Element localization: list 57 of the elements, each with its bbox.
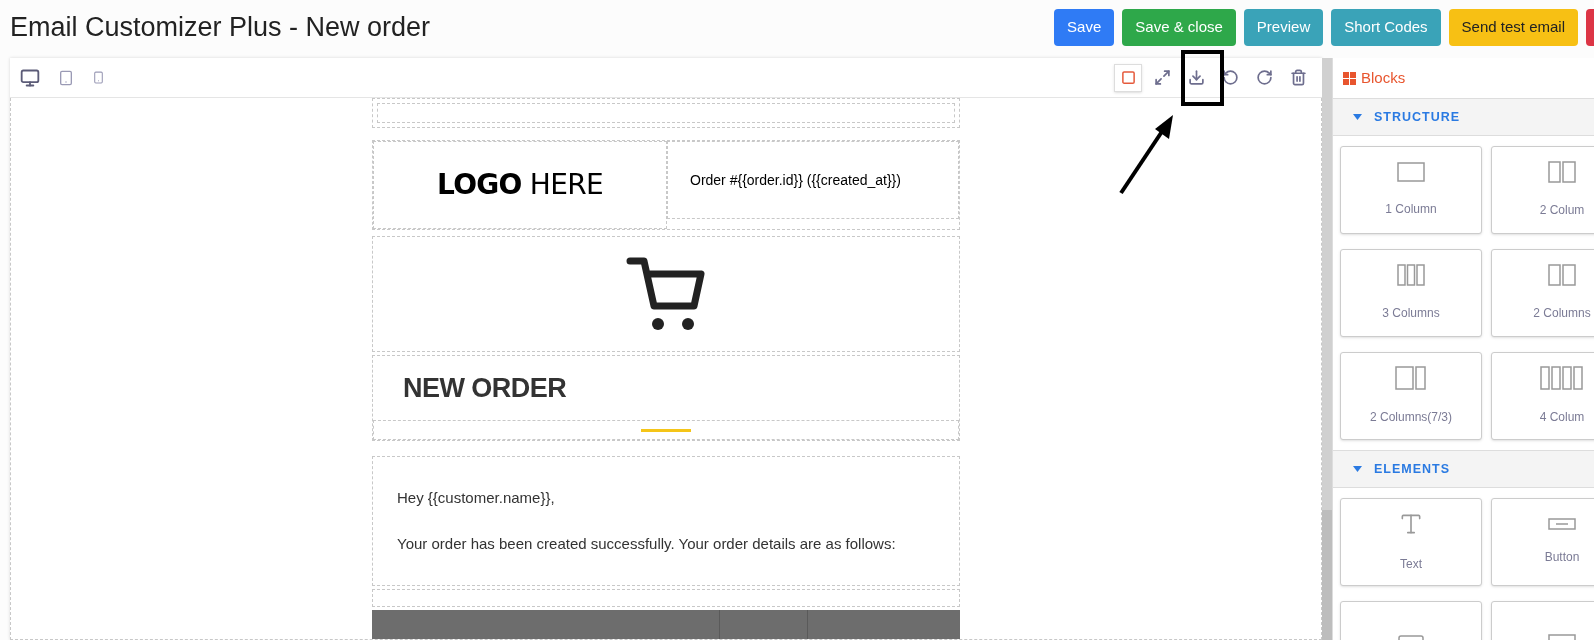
block-label: 1 Column (1385, 201, 1437, 218)
heading-text: NEW ORDER (403, 371, 567, 405)
block-card[interactable]: Text (1340, 498, 1482, 586)
block-label: 3 Columns (1382, 305, 1440, 322)
caret-icon (1353, 466, 1362, 472)
trash-icon (1289, 69, 1307, 86)
block-card[interactable]: 2 Columns (1491, 249, 1594, 337)
caret-icon (1353, 114, 1362, 120)
block-card[interactable]: 3 Columns (1340, 249, 1482, 337)
fullscreen-icon (1153, 69, 1171, 86)
two-column-icon (1548, 264, 1576, 286)
two-column-icon (1395, 366, 1427, 390)
four-column-icon (1540, 366, 1584, 390)
page-title: Email Customizer Plus - New order (10, 10, 431, 44)
block-label: 2 Columns(7/3) (1370, 409, 1452, 426)
grid-icon (1343, 71, 1356, 85)
section-header[interactable]: STRUCTURE (1333, 98, 1594, 136)
block-card[interactable]: 1 Column (1340, 146, 1482, 234)
download-icon (1187, 69, 1205, 86)
button-shape-icon (1548, 518, 1576, 530)
one-column-icon (1397, 162, 1425, 182)
square-icon (1120, 70, 1136, 85)
block-label: 2 Columns (1533, 305, 1591, 322)
block-label: 4 Colum (1539, 409, 1585, 426)
monitor-icon[interactable] (20, 67, 40, 88)
header-button[interactable]: Save & close (1122, 8, 1236, 46)
block-card[interactable]: 4 Colum (1491, 352, 1594, 440)
block-card[interactable]: Button (1491, 498, 1594, 586)
header-button[interactable]: Preview (1243, 8, 1324, 46)
block-label: Button (1544, 549, 1580, 566)
square-button[interactable] (1114, 63, 1142, 92)
section-title: STRUCTURE (1374, 108, 1461, 126)
block-label: Text (1400, 556, 1422, 573)
three-column-icon (1397, 264, 1425, 286)
panel-title[interactable]: Blocks (1361, 66, 1406, 90)
tablet-icon[interactable] (58, 69, 74, 86)
order-line: Order #{{order.id}} ({{created_at}}) (690, 170, 901, 190)
heading-underline (641, 428, 691, 432)
logo-text: LOGO HERE (437, 167, 603, 203)
scrollbar[interactable] (1322, 58, 1332, 640)
header-button[interactable]: Save (1054, 8, 1115, 46)
cart-icon (626, 256, 706, 332)
redo-icon (1255, 69, 1273, 86)
header-button[interactable]: Short Codes (1331, 8, 1441, 46)
scrollbar-thumb[interactable] (1322, 510, 1332, 640)
block-card[interactable]: 2 Colum (1491, 146, 1594, 234)
section-title: ELEMENTS (1374, 460, 1451, 478)
two-column-icon (1548, 161, 1576, 183)
header-button[interactable]: Send test email (1448, 8, 1578, 46)
undo-icon (1221, 69, 1239, 86)
section-header[interactable]: ELEMENTS (1333, 450, 1594, 488)
message-text: Your order has been created successfully. Your order details are as follows: (397, 534, 897, 554)
highlight-frame (1181, 50, 1224, 106)
block-card[interactable]: 2 Columns(7/3) (1340, 352, 1482, 440)
greeting-text: Hey {{customer.name}}, (397, 487, 556, 508)
phone-icon[interactable] (92, 71, 105, 84)
block-label: 2 Colum (1539, 202, 1585, 219)
